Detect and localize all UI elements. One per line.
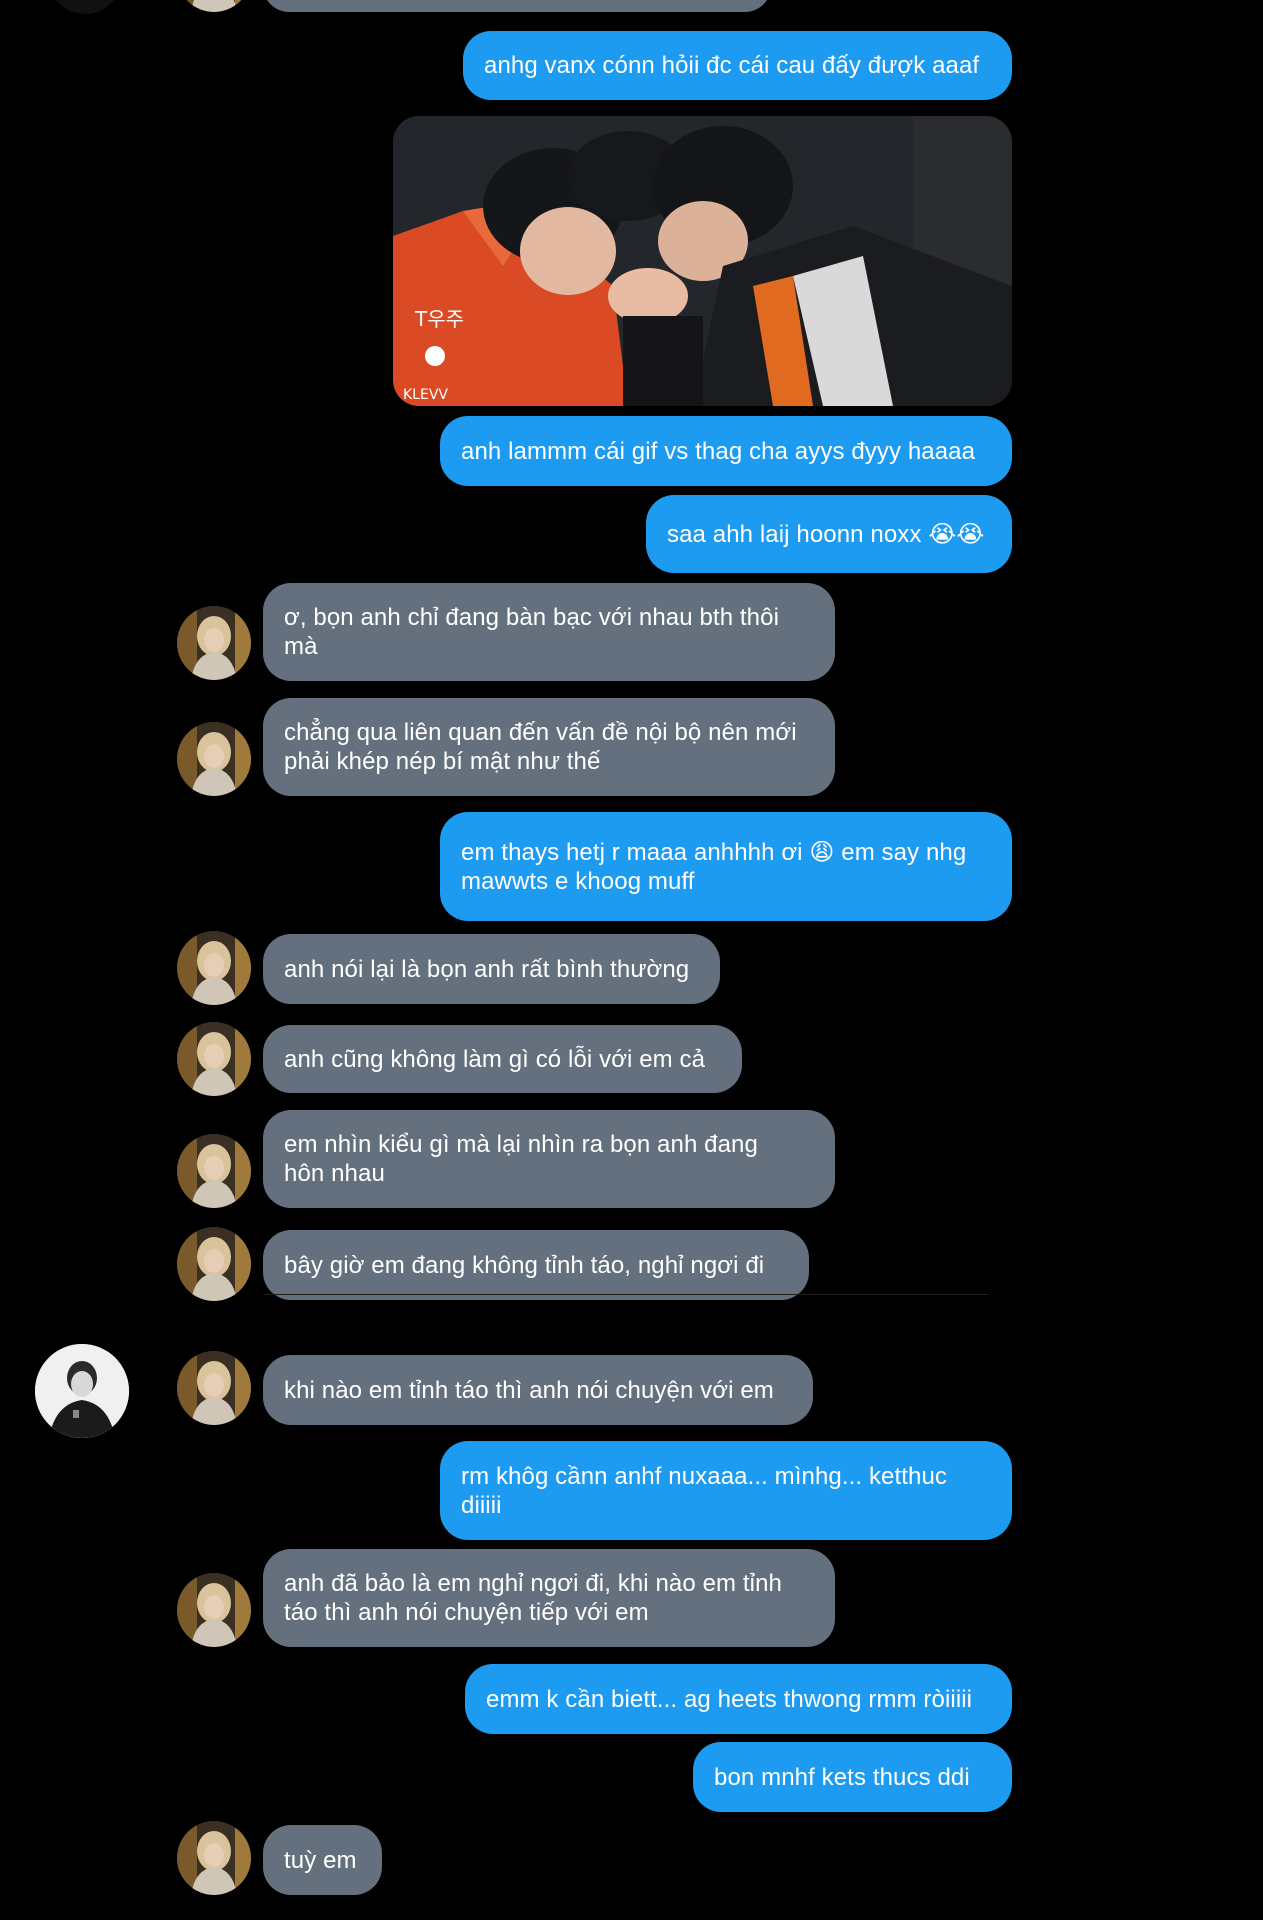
received-message[interactable]: bây giờ em đang không tỉnh táo, nghỉ ngơ… [263,1230,809,1300]
sent-message[interactable]: anh lammm cái gif vs thag cha ayys đyyy … [440,416,1012,486]
contact-avatar-icon[interactable] [177,1134,251,1208]
sent-message[interactable]: bon mnhf kets thucs ddi [693,1742,1012,1812]
partial-avatar-icon [48,0,122,14]
contact-photo [177,1351,251,1425]
contact-photo [177,1227,251,1301]
received-message[interactable]: khi nào em tỉnh táo thì anh nói chuyện v… [263,1355,813,1425]
contact-avatar-icon[interactable] [177,722,251,796]
received-message[interactable]: chẳng qua liên quan đến vấn đề nội bộ nê… [263,698,835,796]
contact-photo [177,0,251,12]
contact-avatar-icon[interactable] [177,1821,251,1895]
contact-avatar-icon[interactable] [177,931,251,1005]
received-message[interactable]: em nhìn kiểu gì mà lại nhìn ra bọn anh đ… [263,1110,835,1208]
contact-photo [177,606,251,680]
contact-photo [177,1022,251,1096]
gif-image: T우주 KLEVV [393,116,1012,406]
svg-text:KLEVV: KLEVV [403,387,448,403]
contact-avatar-icon[interactable] [177,1022,251,1096]
received-message[interactable]: ơ, bọn anh chỉ đang bàn bạc với nhau bth… [263,583,835,681]
contact-avatar-icon[interactable] [177,1227,251,1301]
contact-photo [177,1821,251,1895]
received-message[interactable]: anh đã bảo là em nghỉ ngơi đi, khi nào e… [263,1549,835,1647]
profile-photo [35,1344,129,1438]
contact-avatar-icon[interactable] [177,1351,251,1425]
svg-text:T우주: T우주 [414,307,464,331]
gif-attachment[interactable]: T우주 KLEVV [393,116,1012,406]
partial-received-bubble [263,0,771,12]
sent-message[interactable]: anhg vanx cónn hỏii đc cái cau đấy đượk … [463,31,1012,100]
sent-message[interactable]: saa ahh laij hoonn noxx 😭😭 [646,495,1012,573]
profile-avatar-icon[interactable] [35,1344,129,1438]
contact-photo [177,1134,251,1208]
sent-message[interactable]: emm k cần biett... ag heets thwong rmm r… [465,1664,1012,1734]
received-message[interactable]: anh nói lại là bọn anh rất bình thường [263,934,720,1004]
sent-message[interactable]: em thays hetj r maaa anhhhh ơi 😩 em say … [440,812,1012,921]
contact-photo [177,722,251,796]
contact-avatar-icon[interactable] [177,606,251,680]
received-message[interactable]: anh cũng không làm gì có lỗi với em cả [263,1025,742,1093]
contact-avatar-icon[interactable] [177,1573,251,1647]
received-message[interactable]: tuỳ em [263,1825,382,1895]
contact-photo [177,931,251,1005]
contact-avatar-icon[interactable] [177,0,251,12]
sent-message[interactable]: rm khôg cầnn anhf nuxaaa... mìnhg... ket… [440,1441,1012,1540]
section-divider [263,1294,989,1295]
contact-photo [177,1573,251,1647]
